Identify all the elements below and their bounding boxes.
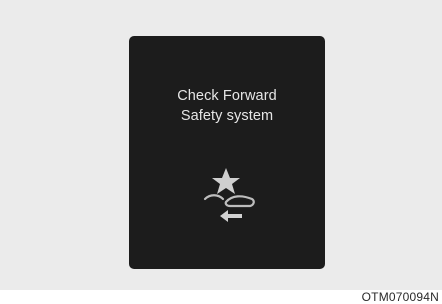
warning-message-line-1: Check Forward [177, 88, 277, 104]
cluster-display: Check Forward Safety system [129, 36, 325, 269]
warning-message: Check Forward Safety system [129, 86, 325, 126]
vehicle-outline-left [203, 194, 225, 201]
vehicle-outline-right [224, 195, 255, 208]
collision-star-icon [212, 168, 240, 194]
figure-panel: Check Forward Safety system OTM070094N [0, 0, 442, 304]
arrow-left-icon [220, 210, 242, 222]
warning-message-line-2: Safety system [180, 108, 274, 124]
figure-code: OTM070094N [361, 290, 439, 304]
forward-collision-warning-icon [203, 168, 255, 222]
